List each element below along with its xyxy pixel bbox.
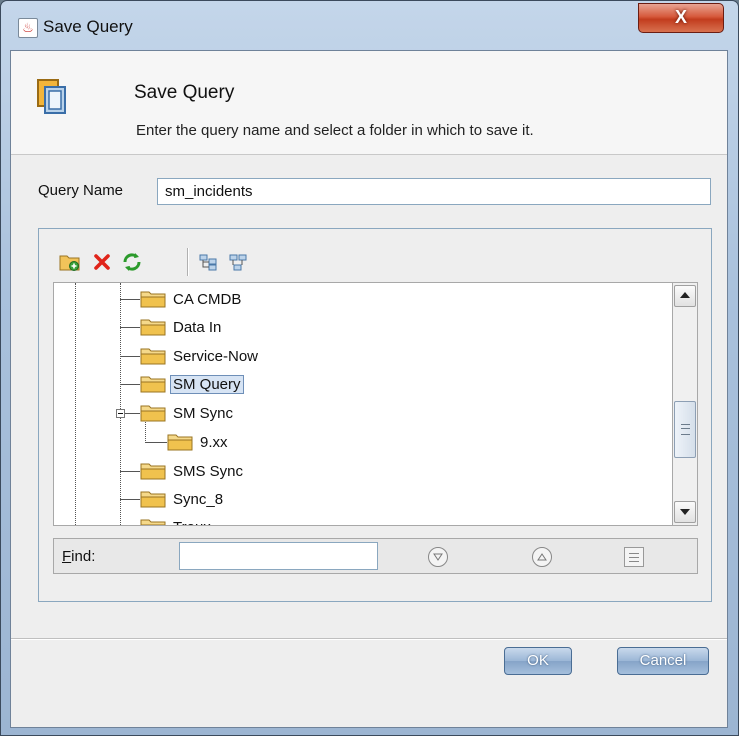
refresh-icon[interactable] — [119, 249, 145, 275]
tree-item-label: SM Sync — [173, 404, 234, 422]
scroll-down-button[interactable] — [674, 501, 696, 523]
query-name-label: Query Name — [38, 182, 124, 199]
folder-panel: CA CMDB Data In Service-Now SM Query SM … — [38, 228, 712, 602]
folder-icon — [140, 491, 166, 508]
tree-line — [120, 384, 140, 385]
folder-icon — [140, 291, 166, 308]
save-query-icon — [37, 79, 66, 114]
expand-all-icon[interactable] — [195, 249, 221, 275]
folder-open-icon — [140, 405, 166, 422]
tree-line — [145, 442, 167, 443]
tree-line — [120, 499, 140, 500]
tree-item-9xx[interactable]: 9.xx — [167, 430, 231, 454]
chevron-down-icon — [433, 553, 443, 561]
folder-icon — [167, 434, 193, 451]
folder-icon — [140, 376, 166, 393]
java-app-icon: ♨ — [18, 18, 38, 38]
tree-item-sync-8[interactable]: Sync_8 — [140, 487, 226, 511]
tree-item-label: Sync_8 — [173, 490, 224, 508]
delete-icon[interactable] — [89, 249, 115, 275]
footer-divider — [11, 638, 727, 640]
find-input[interactable] — [179, 542, 378, 570]
collapse-all-icon[interactable] — [225, 249, 251, 275]
ok-button[interactable]: OK — [504, 647, 572, 675]
header-title: Save Query — [134, 82, 235, 103]
chevron-up-icon — [537, 553, 547, 561]
header-description: Enter the query name and select a folder… — [136, 122, 534, 139]
close-button[interactable]: X — [638, 3, 724, 33]
tree-item-service-now[interactable]: Service-Now — [140, 344, 261, 368]
window-title: Save Query — [43, 17, 133, 36]
tree-line — [120, 283, 121, 525]
tree-item-label: Troux — [170, 518, 214, 526]
tree-line — [120, 471, 140, 472]
find-all-button[interactable] — [624, 547, 644, 567]
dialog-header: Save Query Enter the query name and sele… — [11, 51, 727, 155]
dialog-client-area: Save Query Enter the query name and sele… — [10, 50, 728, 728]
scroll-thumb[interactable] — [674, 401, 696, 458]
folder-tree[interactable]: CA CMDB Data In Service-Now SM Query SM … — [53, 282, 672, 526]
scroll-up-button[interactable] — [674, 285, 696, 307]
cancel-button[interactable]: Cancel — [617, 647, 709, 675]
tree-toolbar — [53, 246, 698, 278]
tree-item-sm-sync[interactable]: SM Sync — [140, 401, 236, 425]
folder-icon — [140, 348, 166, 365]
tree-item-sms-sync[interactable]: SMS Sync — [140, 459, 246, 483]
find-next-button[interactable] — [428, 547, 448, 567]
tree-item-label: SM Query — [170, 374, 244, 394]
find-previous-button[interactable] — [532, 547, 552, 567]
tree-item-troux[interactable]: Troux — [140, 515, 214, 526]
tree-scrollbar[interactable] — [672, 282, 698, 526]
tree-item-label: CA CMDB — [173, 290, 242, 308]
grip-icon — [681, 424, 690, 435]
tree-item-label: Service-Now — [173, 347, 259, 365]
tree-item-label: 9.xx — [200, 433, 228, 451]
collapse-toggle[interactable] — [116, 409, 125, 418]
tree-item-data-in[interactable]: Data In — [140, 315, 224, 339]
tree-item-label: Data In — [173, 318, 222, 336]
query-name-input[interactable] — [157, 178, 711, 205]
new-folder-icon[interactable] — [57, 249, 83, 275]
tree-line — [120, 356, 140, 357]
tree-item-ca-cmdb[interactable]: CA CMDB — [140, 287, 244, 311]
folder-icon — [140, 319, 166, 336]
title-bar[interactable]: ♨ Save Query X — [1, 1, 738, 49]
tree-line — [120, 299, 140, 300]
tree-line — [75, 283, 76, 525]
folder-icon — [140, 463, 166, 480]
tree-item-sm-query[interactable]: SM Query — [140, 372, 244, 396]
find-label: Find: — [62, 548, 96, 565]
toolbar-separator — [187, 248, 189, 276]
folder-icon — [140, 519, 166, 525]
find-bar: Find: — [53, 538, 698, 574]
save-query-dialog: ♨ Save Query X Save Query Enter the quer… — [0, 0, 739, 736]
tree-item-label: SMS Sync — [173, 462, 244, 480]
tree-line — [120, 327, 140, 328]
